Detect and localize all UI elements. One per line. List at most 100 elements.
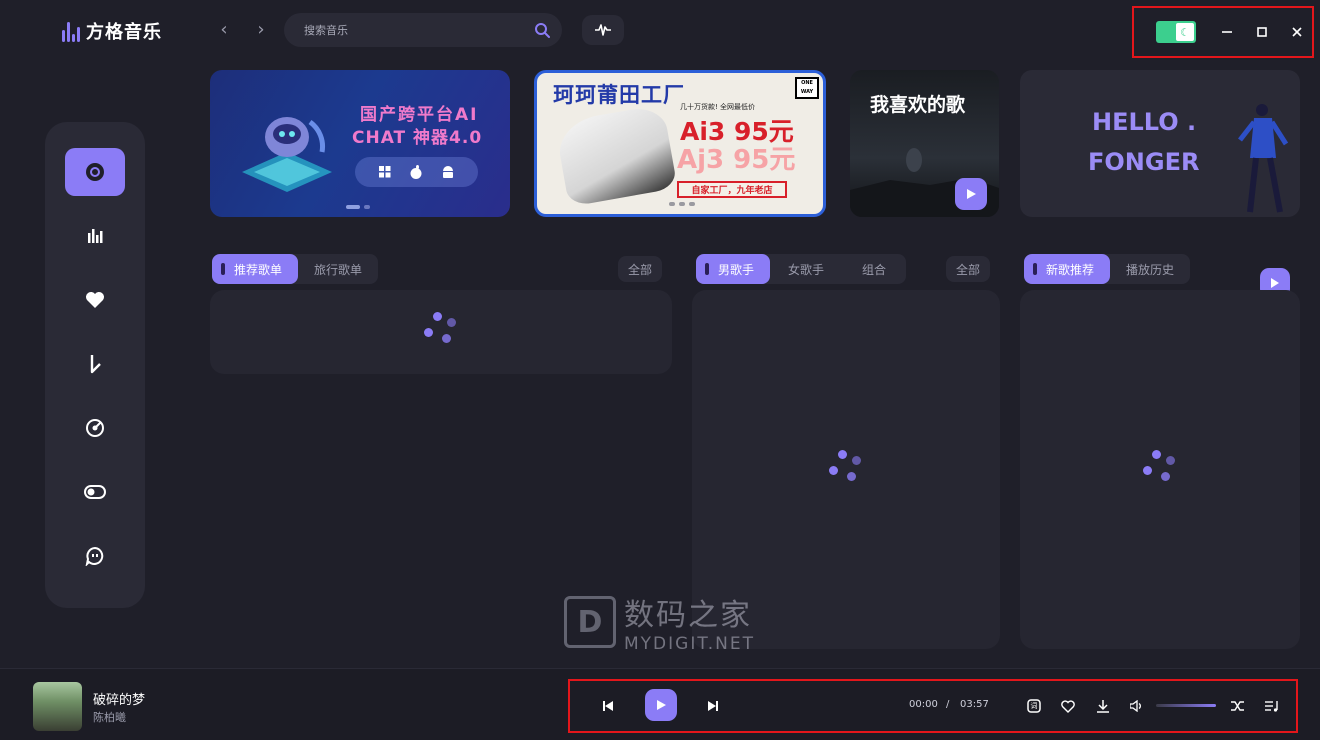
banner-shoe-tag: ONE WAY [795, 77, 819, 99]
watermark-logo-icon: D [564, 596, 616, 648]
tab-recommended-playlists[interactable]: 推荐歌单 [212, 254, 299, 284]
album-cover[interactable] [33, 682, 82, 731]
total-duration: 03:57 [960, 699, 989, 710]
player-controls: 00:00 / 03:57 词 [568, 679, 1298, 733]
minimize-icon [1222, 31, 1232, 33]
songs-tabs: 新歌推荐 播放历史 [1024, 254, 1191, 284]
sneaker-image [554, 104, 678, 207]
window-controls: ☾ [1132, 6, 1314, 58]
minimize-button[interactable] [1220, 25, 1234, 39]
banner-hello-line1: HELLO . [1092, 108, 1197, 136]
banner-shoe-title: 珂珂莆田工厂 [553, 82, 685, 107]
close-button[interactable] [1290, 25, 1304, 39]
maximize-icon [1257, 27, 1267, 37]
sidebar-item-charts[interactable] [65, 212, 125, 260]
play-button[interactable] [645, 689, 677, 721]
banner-ai-chat[interactable]: 国产跨平台AI CHAT 神器4.0 [210, 70, 510, 217]
like-button[interactable] [1056, 694, 1080, 718]
tab-travel-playlists[interactable]: 旅行歌单 [298, 254, 378, 284]
apple-icon [410, 165, 422, 179]
robot-illustration-icon [242, 117, 332, 192]
banner-hello-fonger[interactable]: HELLO . FONGER [1020, 70, 1300, 217]
disc-icon [86, 163, 104, 181]
current-time: 00:00 [909, 699, 938, 710]
heart-outline-icon [1061, 699, 1075, 713]
loading-spinner-icon [424, 312, 458, 346]
lyrics-button[interactable]: 词 [1022, 694, 1046, 718]
sidebar-item-downloads[interactable] [65, 340, 125, 388]
app-title: 方格音乐 [86, 22, 162, 43]
banner-favorites-title: 我喜欢的歌 [870, 94, 966, 116]
volume-button[interactable] [1125, 694, 1149, 718]
volume-slider[interactable] [1156, 704, 1216, 707]
moon-icon: ☾ [1176, 23, 1194, 41]
close-icon [1292, 27, 1302, 37]
forward-button[interactable]: › [253, 20, 269, 40]
shuffle-icon [1231, 701, 1244, 711]
watermark-cn: 数码之家 [624, 598, 752, 633]
loading-spinner-icon [1143, 450, 1177, 484]
watermark: D 数码之家 MYDIGIT.NET [564, 590, 755, 654]
app-logo: 方格音乐 [62, 18, 162, 44]
tab-male-singers[interactable]: 男歌手 [696, 254, 771, 284]
banner-my-favorites[interactable]: 我喜欢的歌 [850, 70, 999, 217]
banner-favorites-play-button[interactable] [955, 178, 987, 210]
queue-icon [1265, 701, 1278, 712]
download-arrow-icon [90, 355, 101, 374]
toggle-icon [84, 485, 106, 499]
player-bar: 破碎的梦 陈柏曦 00:00 / 03:57 词 [0, 668, 1320, 740]
tab-groups[interactable]: 组合 [842, 254, 906, 284]
lyrics-label: 词 [1030, 702, 1038, 710]
sidebar-item-settings[interactable] [65, 468, 125, 516]
carousel-dots [346, 205, 370, 209]
back-button[interactable]: ‹ [216, 20, 232, 40]
next-button[interactable] [701, 694, 725, 718]
play-icon [1271, 278, 1279, 288]
sidebar-item-radio[interactable] [65, 404, 125, 452]
time-separator: / [946, 699, 950, 710]
volume-icon [1130, 700, 1141, 712]
playlist-queue-button[interactable] [1260, 694, 1284, 718]
download-button[interactable] [1091, 694, 1115, 718]
banner-ai-subtitle: CHAT 神器4.0 [352, 128, 483, 148]
tab-female-singers[interactable]: 女歌手 [770, 254, 842, 284]
target-icon [86, 419, 104, 437]
banner-shoe-price-2: Aj3 95元 [677, 145, 796, 175]
song-title[interactable]: 破碎的梦 [93, 689, 145, 708]
songs-panel [1020, 290, 1300, 649]
sidebar-item-discover[interactable] [65, 148, 125, 196]
sidebar-item-favorites[interactable] [65, 276, 125, 324]
sidebar [45, 122, 145, 608]
search-icon[interactable] [534, 22, 550, 38]
playlist-panel [210, 290, 672, 374]
platform-icons [355, 157, 478, 187]
carousel-dots [669, 202, 695, 206]
theme-toggle[interactable]: ☾ [1156, 21, 1196, 43]
heart-icon [86, 292, 104, 308]
watermark-en: MYDIGIT.NET [624, 634, 755, 654]
tab-play-history[interactable]: 播放历史 [1110, 254, 1190, 284]
search-input[interactable] [304, 23, 524, 37]
search-box[interactable] [284, 13, 562, 47]
download-icon [1097, 699, 1109, 713]
singers-all-button[interactable]: 全部 [946, 256, 991, 282]
listen-recognize-button[interactable] [582, 15, 624, 45]
playlist-tabs: 推荐歌单 旅行歌单 [212, 254, 379, 284]
sidebar-item-about[interactable] [65, 532, 125, 580]
skip-back-icon [603, 701, 613, 711]
tab-new-songs[interactable]: 新歌推荐 [1024, 254, 1111, 284]
banner-hello-line2: FONGER [1088, 148, 1200, 176]
play-icon [967, 189, 976, 199]
playlists-all-button[interactable]: 全部 [618, 256, 663, 282]
singer-tabs: 男歌手 女歌手 组合 [696, 254, 907, 284]
previous-button[interactable] [596, 694, 620, 718]
banner-shoe-strip: 自家工厂，九年老店 [677, 181, 787, 198]
chart-bars-icon [88, 229, 103, 243]
banner-shoe-ad[interactable]: 珂珂莆田工厂 ONE WAY 几十万货款! 全网最低价 Ai3 95元 Aj3 … [534, 70, 826, 217]
banner-ai-title: 国产跨平台AI [360, 105, 479, 125]
shuffle-button[interactable] [1226, 694, 1250, 718]
maximize-button[interactable] [1255, 25, 1269, 39]
song-artist[interactable]: 陈柏曦 [93, 709, 126, 725]
skip-forward-icon [708, 701, 718, 711]
logo-icon [62, 20, 80, 42]
